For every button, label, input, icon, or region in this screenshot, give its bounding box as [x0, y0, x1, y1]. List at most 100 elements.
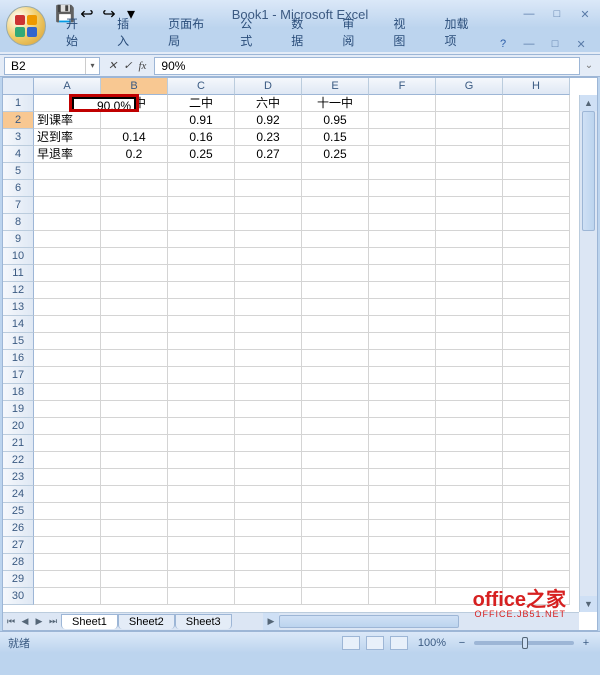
cell-F18[interactable]: [369, 384, 436, 401]
cell-G14[interactable]: [436, 316, 503, 333]
row-header-4[interactable]: 4: [3, 146, 34, 163]
cell-D11[interactable]: [235, 265, 302, 282]
cell-E29[interactable]: [302, 571, 369, 588]
cell-E27[interactable]: [302, 537, 369, 554]
cell-B22[interactable]: [101, 452, 168, 469]
cell-D5[interactable]: [235, 163, 302, 180]
cell-C29[interactable]: [168, 571, 235, 588]
cell-G1[interactable]: [436, 95, 503, 112]
cell-A1[interactable]: [34, 95, 101, 112]
cell-D30[interactable]: [235, 588, 302, 605]
row-header-23[interactable]: 23: [3, 469, 34, 486]
cell-F2[interactable]: [369, 112, 436, 129]
cell-A29[interactable]: [34, 571, 101, 588]
row-header-12[interactable]: 12: [3, 282, 34, 299]
cell-E22[interactable]: [302, 452, 369, 469]
cell-D3[interactable]: 0.23: [235, 129, 302, 146]
cell-A9[interactable]: [34, 231, 101, 248]
cell-D12[interactable]: [235, 282, 302, 299]
cell-B21[interactable]: [101, 435, 168, 452]
cell-B7[interactable]: [101, 197, 168, 214]
cell-D10[interactable]: [235, 248, 302, 265]
cell-G9[interactable]: [436, 231, 503, 248]
cell-A6[interactable]: [34, 180, 101, 197]
cell-G24[interactable]: [436, 486, 503, 503]
row-header-1[interactable]: 1: [3, 95, 34, 112]
cell-B5[interactable]: [101, 163, 168, 180]
cell-F14[interactable]: [369, 316, 436, 333]
row-header-10[interactable]: 10: [3, 248, 34, 265]
cell-A15[interactable]: [34, 333, 101, 350]
cell-B19[interactable]: [101, 401, 168, 418]
cell-E6[interactable]: [302, 180, 369, 197]
cell-A30[interactable]: [34, 588, 101, 605]
workbook-close-button[interactable]: ✕: [570, 36, 592, 52]
cell-E17[interactable]: [302, 367, 369, 384]
col-header-A[interactable]: A: [34, 78, 101, 95]
cell-H28[interactable]: [503, 554, 570, 571]
cell-F27[interactable]: [369, 537, 436, 554]
cell-E21[interactable]: [302, 435, 369, 452]
cell-G26[interactable]: [436, 520, 503, 537]
cell-A5[interactable]: [34, 163, 101, 180]
cell-H16[interactable]: [503, 350, 570, 367]
cell-G4[interactable]: [436, 146, 503, 163]
row-header-30[interactable]: 30: [3, 588, 34, 605]
row-header-17[interactable]: 17: [3, 367, 34, 384]
cell-H19[interactable]: [503, 401, 570, 418]
cell-C28[interactable]: [168, 554, 235, 571]
cell-F11[interactable]: [369, 265, 436, 282]
cell-F26[interactable]: [369, 520, 436, 537]
cell-E15[interactable]: [302, 333, 369, 350]
cell-H15[interactable]: [503, 333, 570, 350]
row-header-3[interactable]: 3: [3, 129, 34, 146]
cell-B26[interactable]: [101, 520, 168, 537]
cell-A24[interactable]: [34, 486, 101, 503]
cell-A17[interactable]: [34, 367, 101, 384]
cell-D22[interactable]: [235, 452, 302, 469]
cell-E28[interactable]: [302, 554, 369, 571]
cell-B4[interactable]: 0.2: [101, 146, 168, 163]
tab-nav-prev[interactable]: ◀: [19, 616, 31, 627]
cell-D24[interactable]: [235, 486, 302, 503]
cell-F4[interactable]: [369, 146, 436, 163]
cell-G11[interactable]: [436, 265, 503, 282]
scroll-right-button[interactable]: ▶: [263, 613, 279, 630]
row-header-14[interactable]: 14: [3, 316, 34, 333]
col-header-G[interactable]: G: [436, 78, 503, 95]
cell-A28[interactable]: [34, 554, 101, 571]
cell-F10[interactable]: [369, 248, 436, 265]
cell-B2[interactable]: [101, 112, 168, 129]
cell-D7[interactable]: [235, 197, 302, 214]
cell-H25[interactable]: [503, 503, 570, 520]
cell-C22[interactable]: [168, 452, 235, 469]
cell-D20[interactable]: [235, 418, 302, 435]
cell-A7[interactable]: [34, 197, 101, 214]
cell-A16[interactable]: [34, 350, 101, 367]
row-header-29[interactable]: 29: [3, 571, 34, 588]
cell-G10[interactable]: [436, 248, 503, 265]
cell-F8[interactable]: [369, 214, 436, 231]
cell-D6[interactable]: [235, 180, 302, 197]
cell-C18[interactable]: [168, 384, 235, 401]
cell-F5[interactable]: [369, 163, 436, 180]
cell-F29[interactable]: [369, 571, 436, 588]
cell-G20[interactable]: [436, 418, 503, 435]
cell-H26[interactable]: [503, 520, 570, 537]
cell-B23[interactable]: [101, 469, 168, 486]
horizontal-scroll-thumb[interactable]: [279, 615, 459, 628]
cell-E8[interactable]: [302, 214, 369, 231]
cell-H14[interactable]: [503, 316, 570, 333]
col-header-E[interactable]: E: [302, 78, 369, 95]
cell-B24[interactable]: [101, 486, 168, 503]
cell-A26[interactable]: [34, 520, 101, 537]
cell-C23[interactable]: [168, 469, 235, 486]
cell-B18[interactable]: [101, 384, 168, 401]
cell-C14[interactable]: [168, 316, 235, 333]
row-header-19[interactable]: 19: [3, 401, 34, 418]
cell-B12[interactable]: [101, 282, 168, 299]
col-header-H[interactable]: H: [503, 78, 570, 95]
cell-G30[interactable]: [436, 588, 503, 605]
cell-D8[interactable]: [235, 214, 302, 231]
cell-E2[interactable]: 0.95: [302, 112, 369, 129]
